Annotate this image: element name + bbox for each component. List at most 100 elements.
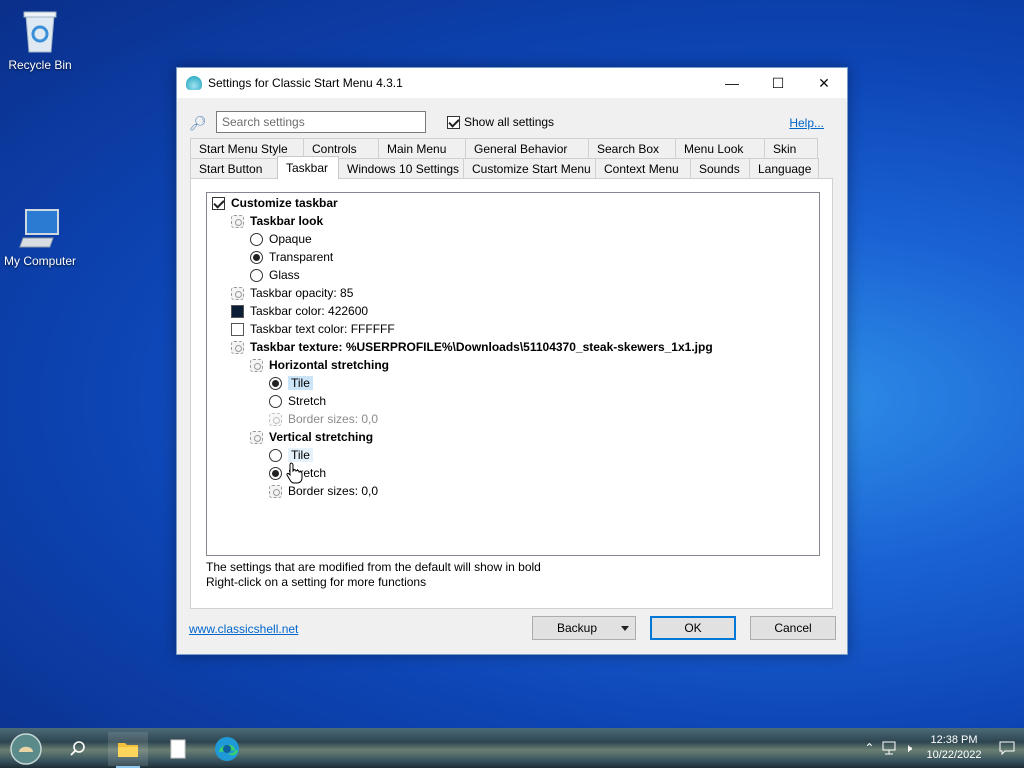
tree-item-label: Border sizes: 0,0 (288, 484, 379, 498)
radio-selected-icon (269, 376, 282, 390)
recycle-bin-icon (23, 11, 57, 53)
title-bar[interactable]: Settings for Classic Start Menu 4.3.1 — … (177, 68, 847, 98)
edge-icon (215, 737, 239, 761)
tab-main-menu[interactable]: Main Menu (378, 138, 466, 159)
tab-windows-10-settings[interactable]: Windows 10 Settings (338, 158, 464, 179)
start-button[interactable] (6, 732, 46, 766)
tab-start-button[interactable]: Start Button (190, 158, 278, 179)
backup-label: Backup (556, 621, 598, 635)
volume-icon[interactable]: 🕨︎ (904, 741, 912, 756)
tree-item-horizontal-border-sizes: Border sizes: 0,0 (269, 410, 378, 428)
color-swatch-icon (231, 322, 244, 336)
settings-tree[interactable]: Customize taskbar Taskbar look Opaque Tr… (206, 192, 820, 556)
tree-item-horizontal-stretching[interactable]: Horizontal stretching (250, 356, 389, 374)
chevron-up-icon[interactable]: ⌃ (864, 741, 874, 755)
desktop-icon-label: Recycle Bin (8, 58, 72, 72)
hand-cursor-icon (286, 462, 303, 484)
search-icon (70, 741, 85, 756)
tree-item-taskbar-text-color[interactable]: Taskbar text color: FFFFFF (231, 320, 395, 338)
tab-skin[interactable]: Skin (764, 138, 818, 159)
maximize-button[interactable]: ☐ (755, 68, 801, 98)
tree-item-vertical-stretching[interactable]: Vertical stretching (250, 428, 373, 446)
notepad-icon (170, 739, 186, 759)
tree-item-label: Transparent (269, 250, 334, 264)
radio-selected-icon (250, 250, 263, 264)
start-orb-icon (10, 733, 42, 765)
tab-search-box[interactable]: Search Box (588, 138, 676, 159)
checkbox-icon (447, 115, 460, 129)
tree-item-transparent[interactable]: Transparent (250, 248, 333, 266)
tree-item-label: Stretch (288, 394, 327, 408)
clock[interactable]: 12:38 PM 10/22/2022 (918, 733, 990, 763)
tree-item-label: Taskbar texture: %USERPROFILE%\Downloads… (250, 340, 713, 354)
tab-customize-start-menu[interactable]: Customize Start Menu (463, 158, 596, 179)
taskbar-tab-panel: Customize taskbar Taskbar look Opaque Tr… (190, 178, 833, 609)
show-all-settings-checkbox[interactable]: Show all settings (447, 115, 554, 129)
clock-date: 10/22/2022 (926, 749, 982, 761)
window-title: Settings for Classic Start Menu 4.3.1 (208, 76, 403, 90)
tree-item-label: Tile (288, 448, 313, 462)
settings-gear-icon (231, 214, 244, 228)
tree-item-glass[interactable]: Glass (250, 266, 300, 284)
taskbar-file-explorer[interactable] (108, 732, 148, 768)
settings-gear-icon (269, 412, 282, 426)
tree-item-taskbar-texture[interactable]: Taskbar texture: %USERPROFILE%\Downloads… (231, 338, 713, 356)
radio-icon (250, 232, 263, 246)
system-tray: ⌃ 🕨︎ 12:38 PM 10/22/2022 (864, 728, 1024, 768)
radio-icon (269, 394, 282, 408)
tab-general-behavior[interactable]: General Behavior (465, 138, 589, 159)
tree-item-taskbar-look[interactable]: Taskbar look (231, 212, 323, 230)
close-button[interactable]: ✕ (801, 68, 847, 98)
tab-context-menu[interactable]: Context Menu (595, 158, 691, 179)
clock-time: 12:38 PM (930, 734, 978, 746)
help-link[interactable]: Help... (789, 116, 824, 130)
taskbar-search-button[interactable] (58, 732, 98, 766)
backup-dropdown-button[interactable]: Backup (532, 616, 636, 640)
taskbar-edge[interactable] (207, 732, 247, 766)
desktop-icon-my-computer[interactable]: My Computer (0, 208, 80, 268)
tree-item-customize-taskbar[interactable]: Customize taskbar (212, 194, 338, 212)
search-icon: 🔎︎ (189, 115, 207, 131)
desktop-icon-recycle-bin[interactable]: Recycle Bin (0, 8, 80, 72)
tab-sounds[interactable]: Sounds (690, 158, 750, 179)
settings-window: Settings for Classic Start Menu 4.3.1 — … (176, 67, 848, 655)
action-center-button[interactable] (990, 741, 1024, 755)
checkbox-icon (212, 196, 225, 210)
radio-icon (269, 448, 282, 462)
tree-item-vertical-border-sizes[interactable]: Border sizes: 0,0 (269, 482, 378, 500)
settings-gear-icon (231, 340, 244, 354)
cancel-button[interactable]: Cancel (750, 616, 836, 640)
file-explorer-icon (118, 743, 138, 757)
taskbar-notepad[interactable] (158, 732, 198, 766)
tab-language[interactable]: Language (749, 158, 819, 179)
network-icon[interactable] (882, 741, 898, 755)
tree-item-label: Taskbar text color: FFFFFF (250, 322, 395, 336)
tree-item-opaque[interactable]: Opaque (250, 230, 312, 248)
tab-menu-look[interactable]: Menu Look (675, 138, 765, 159)
minimize-button[interactable]: — (709, 68, 755, 98)
search-row: 🔎︎ Show all settings Help... (177, 111, 847, 135)
tree-item-taskbar-color[interactable]: Taskbar color: 422600 (231, 302, 368, 320)
classicshell-website-link[interactable]: www.classicshell.net (189, 622, 298, 636)
ok-button[interactable]: OK (650, 616, 736, 640)
tree-item-label: Vertical stretching (269, 430, 374, 444)
tab-taskbar[interactable]: Taskbar (277, 156, 339, 179)
taskbar: ⌃ 🕨︎ 12:38 PM 10/22/2022 (0, 728, 1024, 768)
classic-shell-icon (186, 76, 202, 90)
tree-item-label: Opaque (269, 232, 312, 246)
settings-gear-icon (231, 286, 244, 300)
tabs-row-2: Start Button Taskbar Windows 10 Settings… (190, 156, 819, 179)
tree-item-taskbar-opacity[interactable]: Taskbar opacity: 85 (231, 284, 353, 302)
search-input[interactable] (216, 111, 426, 133)
tree-item-horizontal-tile[interactable]: Tile (269, 374, 313, 392)
settings-gear-icon (269, 484, 282, 498)
hint-right-click: Right-click on a setting for more functi… (206, 575, 427, 589)
radio-selected-icon (269, 466, 282, 480)
settings-gear-icon (250, 358, 263, 372)
desktop-icon-label: My Computer (3, 254, 77, 268)
hint-bold-settings: The settings that are modified from the … (206, 560, 541, 574)
notification-icon (999, 741, 1015, 755)
tree-item-horizontal-stretch[interactable]: Stretch (269, 392, 326, 410)
show-all-label: Show all settings (464, 115, 555, 129)
tree-item-label: Horizontal stretching (269, 358, 390, 372)
